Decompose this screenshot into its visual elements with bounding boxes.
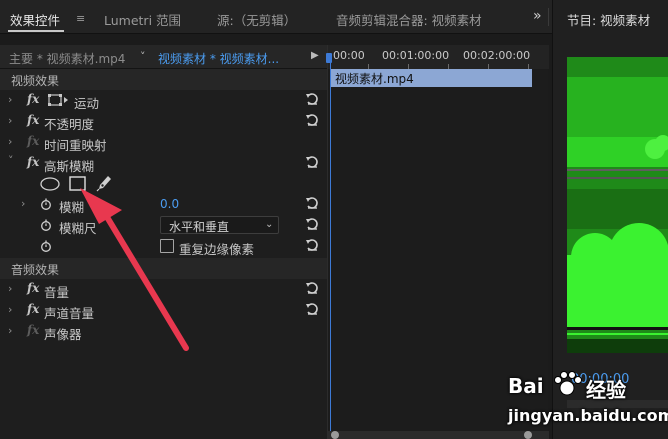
panel-divider — [548, 8, 549, 26]
expand-arrow-icon[interactable]: › — [8, 324, 12, 337]
scrollbar-handle-left[interactable] — [331, 431, 339, 439]
param-label-blur-dimensions: 模糊尺 — [59, 221, 97, 236]
reset-parameter-icon[interactable] — [305, 196, 319, 210]
fx-toggle-icon[interactable]: fx — [27, 302, 39, 316]
effect-row-time-remapping[interactable]: › fx 时间重映射 — [0, 132, 327, 153]
tab-audio-clip-mixer[interactable]: 音频剪辑混合器: 视频素材 — [336, 10, 482, 29]
clip-selector-bar: 主要 * 视频素材.mp4 ˅ 视频素材 * 视频素材... ▶ — [0, 45, 327, 69]
fx-toggle-icon[interactable]: fx — [27, 92, 39, 106]
ruler-timecode: 00:00 — [333, 49, 365, 62]
video-effects-header: 视频效果 — [0, 69, 327, 90]
sequence-clip-label[interactable]: 视频素材 * 视频素材... — [158, 50, 279, 67]
fx-toggle-icon[interactable]: fx — [27, 155, 39, 169]
ellipse-mask-icon[interactable] — [40, 177, 60, 191]
effect-row-volume[interactable]: › fx 音量 — [0, 279, 327, 300]
reset-parameter-icon[interactable] — [305, 281, 319, 295]
effect-label: 音量 — [44, 285, 70, 300]
effect-row-channel-volume[interactable]: › fx 声道音量 — [0, 300, 327, 321]
param-row-blurriness[interactable]: › 模糊 0.0 — [0, 194, 327, 215]
tab-lumetri-scopes[interactable]: Lumetri 范围 — [104, 10, 181, 29]
param-row-blur-dimensions[interactable]: 模糊尺 水平和垂直 ⌄ — [0, 215, 327, 236]
watermark-brand: Bai — [508, 374, 544, 398]
chevron-down-icon: ⌄ — [265, 219, 274, 230]
stopwatch-icon[interactable] — [40, 240, 52, 252]
audio-effects-label: 音频效果 — [11, 263, 60, 277]
reset-parameter-icon[interactable] — [305, 217, 319, 231]
expand-arrow-icon[interactable]: › — [8, 93, 12, 106]
tab-effect-controls[interactable]: 效果控件 — [10, 10, 60, 29]
show-timeline-play-icon[interactable]: ▶ — [311, 50, 319, 61]
rectangle-mask-icon[interactable] — [69, 176, 87, 192]
stopwatch-icon[interactable] — [40, 219, 52, 231]
clip-block-label: 视频素材.mp4 — [335, 72, 414, 86]
watermark-url: jingyan.baidu.com — [508, 406, 668, 425]
ruler-timecode: 00:01:00:00 — [382, 49, 450, 62]
param-label-blurriness: 模糊 — [59, 200, 85, 215]
clip-dropdown-chevron-icon[interactable]: ˅ — [140, 50, 146, 63]
expand-arrow-icon[interactable]: › — [8, 114, 12, 127]
blurriness-value[interactable]: 0.0 — [160, 197, 179, 211]
pen-mask-icon[interactable] — [96, 175, 112, 192]
param-row-repeat-edge[interactable]: 重复边缘像素 — [0, 236, 327, 257]
blur-dimensions-dropdown[interactable]: 水平和垂直 ⌄ — [160, 216, 279, 234]
fx-toggle-icon[interactable]: fx — [27, 281, 39, 295]
reset-parameter-icon[interactable] — [305, 155, 319, 169]
expand-arrow-icon[interactable]: › — [8, 135, 12, 148]
time-ruler[interactable]: 00:00 00:01:00:00 00:02:00:00 — [328, 45, 549, 69]
fx-toggle-icon: fx — [27, 134, 40, 148]
effect-row-opacity[interactable]: › fx 不透明度 — [0, 111, 327, 132]
effect-row-panner[interactable]: › fx 声像器 — [0, 321, 327, 342]
paw-logo-icon — [554, 371, 582, 396]
stopwatch-icon[interactable] — [40, 198, 52, 210]
program-monitor-title[interactable]: 节目: 视频素材 — [567, 10, 650, 29]
overflow-tabs-icon[interactable]: » — [533, 8, 542, 24]
reset-parameter-icon[interactable] — [305, 302, 319, 316]
clip-block[interactable]: 视频素材.mp4 — [331, 69, 532, 87]
effect-label: 声道音量 — [44, 306, 95, 321]
effect-row-motion[interactable]: › fx 运动 — [0, 90, 327, 111]
active-tab-indicator — [8, 30, 64, 32]
panel-menu-icon[interactable]: ≡ — [76, 12, 85, 25]
playhead[interactable] — [330, 53, 331, 433]
baidu-watermark: Bai 经验 jingyan.baidu.com — [500, 370, 668, 439]
collapse-arrow-icon[interactable]: ˅ — [8, 154, 14, 167]
effect-label: 声像器 — [44, 327, 82, 342]
fx-toggle-icon[interactable]: fx — [27, 113, 39, 127]
effect-label: 运动 — [74, 96, 100, 111]
expand-arrow-icon[interactable]: › — [21, 197, 25, 210]
effect-label: 时间重映射 — [44, 138, 107, 153]
repeat-edge-checkbox[interactable] — [160, 239, 174, 253]
repeat-edge-label: 重复边缘像素 — [179, 242, 255, 257]
watermark-brand-suffix: 经验 — [586, 378, 626, 402]
fx-toggle-icon: fx — [27, 323, 40, 337]
expand-arrow-icon[interactable]: › — [8, 303, 12, 316]
reset-parameter-icon[interactable] — [305, 238, 319, 252]
effect-row-gaussian-blur[interactable]: ˅ fx 高斯模糊 — [0, 153, 327, 174]
dropdown-value: 水平和垂直 — [169, 220, 230, 234]
master-clip-label[interactable]: 主要 * 视频素材.mp4 — [9, 50, 125, 67]
effect-label: 不透明度 — [44, 117, 95, 132]
reset-parameter-icon[interactable] — [305, 113, 319, 127]
audio-effects-header: 音频效果 — [0, 258, 327, 279]
mask-tools-row — [0, 173, 327, 195]
green-video-frame — [567, 57, 668, 353]
tab-source[interactable]: 源:（无剪辑） — [217, 10, 296, 29]
transform-box-icon[interactable] — [48, 94, 68, 107]
expand-arrow-icon[interactable]: › — [8, 282, 12, 295]
reset-parameter-icon[interactable] — [305, 92, 319, 106]
ruler-timecode: 00:02:00:00 — [463, 49, 531, 62]
video-preview[interactable] — [567, 57, 668, 353]
playhead-handle[interactable] — [326, 53, 332, 63]
video-effects-label: 视频效果 — [11, 74, 60, 88]
